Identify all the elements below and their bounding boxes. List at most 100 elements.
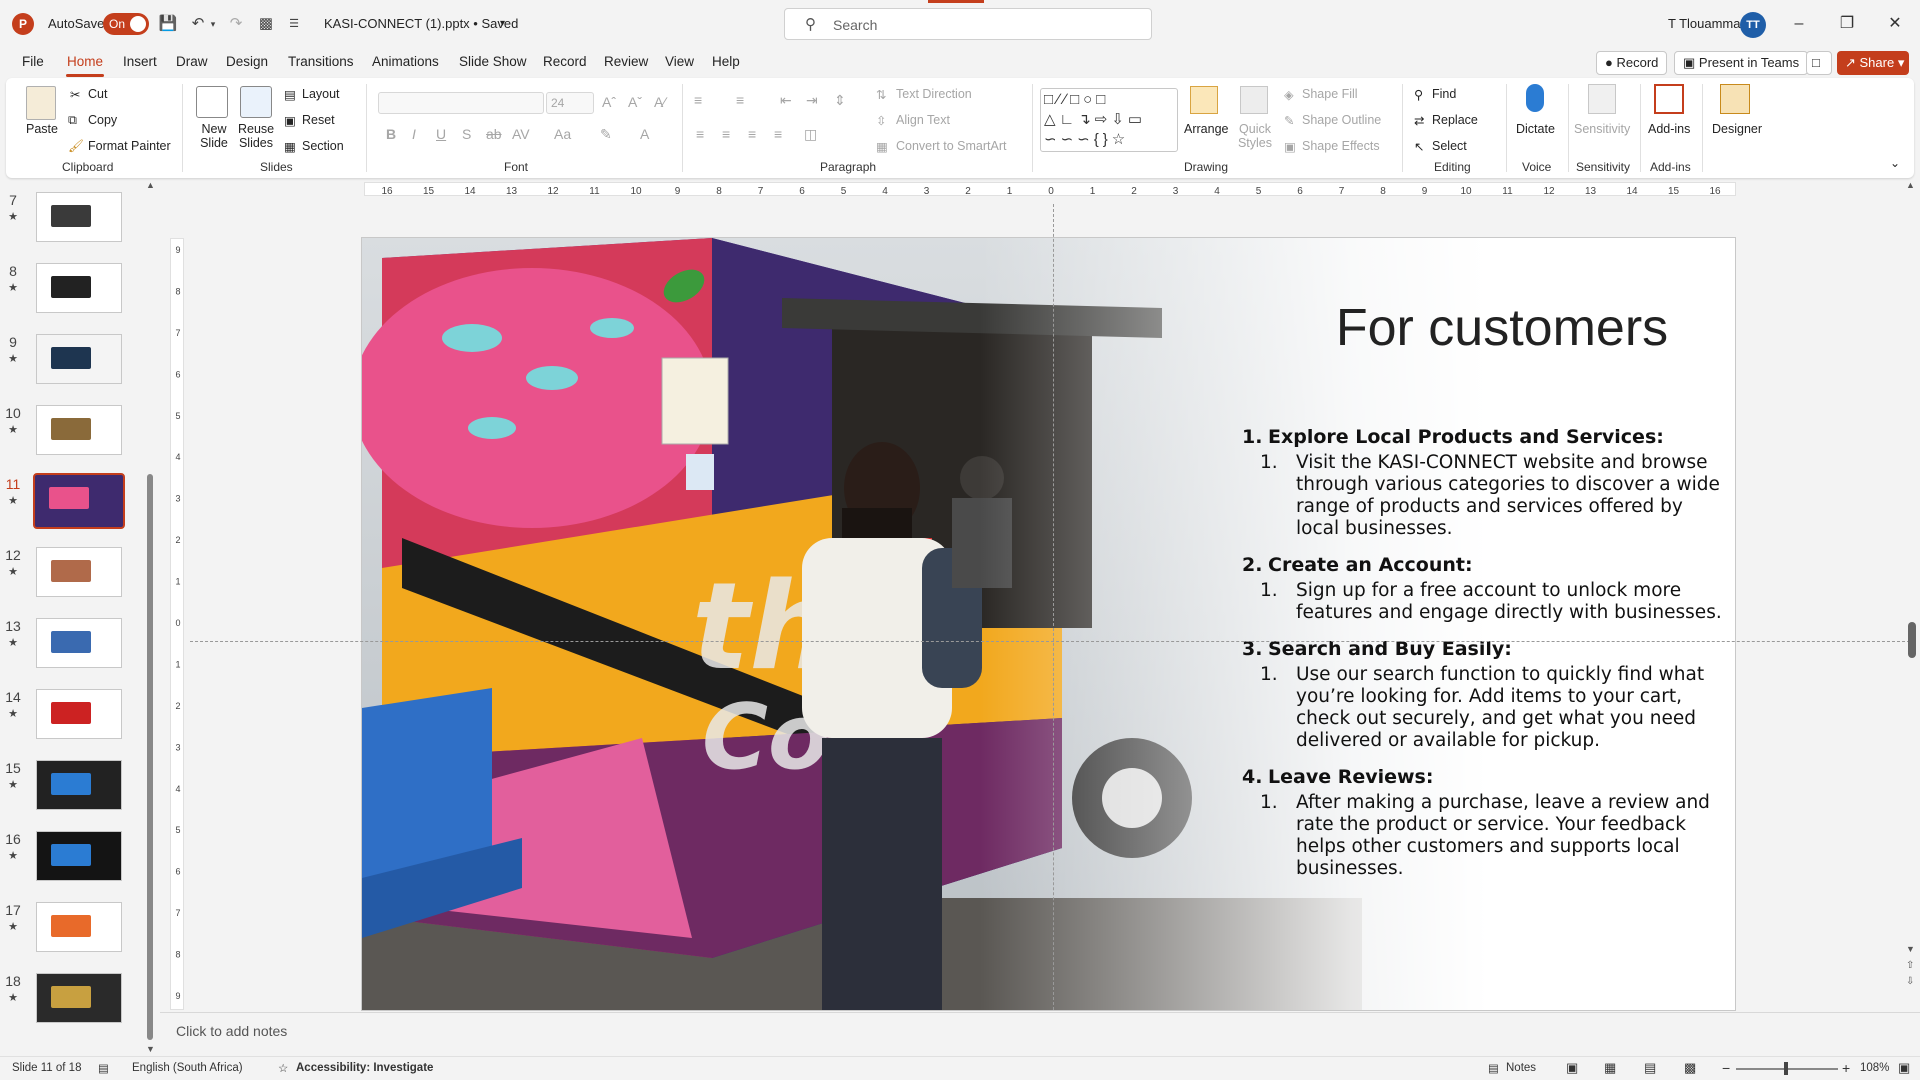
reading-view-icon[interactable]: ▤ — [1644, 1060, 1656, 1076]
tab-view[interactable]: View — [665, 54, 694, 69]
paste-button[interactable]: Paste — [26, 122, 58, 136]
slide-show-icon[interactable]: ▩ — [1684, 1060, 1696, 1076]
tab-slide-show[interactable]: Slide Show — [459, 54, 527, 69]
tab-review[interactable]: Review — [604, 54, 648, 69]
layout-button[interactable]: Layout — [302, 87, 340, 101]
cut-button[interactable]: Cut — [88, 87, 107, 101]
comments-icon[interactable]: □ — [1806, 51, 1832, 75]
format-painter-button[interactable]: Format Painter — [88, 139, 171, 153]
normal-view-icon[interactable]: ▣ — [1566, 1060, 1578, 1076]
language-status[interactable]: English (South Africa) — [132, 1062, 243, 1074]
select-button[interactable]: Select — [1432, 139, 1467, 153]
fit-to-window-icon[interactable]: ▣ — [1898, 1060, 1910, 1076]
designer-icon[interactable] — [1720, 84, 1750, 114]
thumbnail-scroll-thumb[interactable] — [147, 474, 153, 1040]
zoom-level[interactable]: 108% — [1860, 1062, 1889, 1074]
zoom-slider-handle[interactable] — [1784, 1062, 1788, 1075]
tab-file[interactable]: File — [22, 54, 44, 69]
arrange-icon[interactable] — [1190, 86, 1218, 114]
document-title[interactable]: KASI-CONNECT (1).pptx • Saved — [324, 16, 518, 31]
layout-icon[interactable]: ▤ — [284, 87, 296, 102]
tab-draw[interactable]: Draw — [176, 54, 208, 69]
vertical-guide[interactable] — [1053, 204, 1054, 1010]
tab-insert[interactable]: Insert — [123, 54, 157, 69]
present-from-start-icon[interactable]: ▩ — [256, 14, 276, 34]
horizontal-guide[interactable] — [190, 641, 1910, 642]
slide-canvas[interactable]: th Co For customers 1.Explore Local Prod… — [362, 238, 1735, 1010]
doc-title-chevron-icon[interactable]: ▾ — [500, 18, 505, 29]
zoom-out-icon[interactable]: − — [1722, 1060, 1730, 1076]
customize-toolbar-icon[interactable]: ☰ — [284, 14, 304, 34]
select-icon[interactable]: ↖ — [1414, 139, 1424, 154]
tab-record[interactable]: Record — [543, 54, 587, 69]
avatar[interactable]: TT — [1740, 12, 1766, 38]
add-ins-icon[interactable] — [1654, 84, 1684, 114]
zoom-in-icon[interactable]: + — [1842, 1060, 1850, 1076]
paste-icon[interactable] — [26, 86, 56, 120]
slide-thumbnail[interactable] — [36, 618, 122, 668]
slide-thumbnail[interactable] — [36, 405, 122, 455]
save-icon[interactable]: 💾 — [158, 14, 178, 34]
dictate-button[interactable]: Dictate — [1516, 122, 1555, 136]
record-button[interactable]: ● Record — [1596, 51, 1668, 75]
close-icon[interactable]: ✕ — [1880, 10, 1910, 38]
reset-button[interactable]: Reset — [302, 113, 335, 127]
slide-thumbnail[interactable] — [36, 263, 122, 313]
slide-thumbnail[interactable] — [36, 831, 122, 881]
scroll-down-icon[interactable]: ▼ — [1906, 944, 1915, 954]
scroll-up-icon[interactable]: ▲ — [1906, 180, 1915, 190]
shapes-gallery[interactable]: □∕∕□○□ △∟↴⇨⇩▭ ∽∽∽{}☆ — [1040, 88, 1178, 152]
replace-icon[interactable]: ⇄ — [1414, 113, 1424, 128]
slide-thumbnail[interactable] — [33, 473, 125, 529]
copy-button[interactable]: Copy — [88, 113, 117, 127]
section-button[interactable]: Section — [302, 139, 344, 153]
slide-sorter-icon[interactable]: ▦ — [1604, 1060, 1616, 1076]
minimize-icon[interactable]: – — [1784, 10, 1814, 38]
undo-icon[interactable]: ↶ — [188, 14, 208, 34]
find-icon[interactable]: ⚲ — [1414, 87, 1423, 102]
tab-design[interactable]: Design — [226, 54, 268, 69]
next-slide-icon[interactable]: ⇩ — [1906, 976, 1914, 987]
accessibility-status[interactable]: Accessibility: Investigate — [296, 1062, 433, 1074]
slide-thumbnail[interactable] — [36, 760, 122, 810]
new-slide-icon[interactable] — [196, 86, 228, 118]
reuse-slides-icon[interactable] — [240, 86, 272, 118]
slide-thumbnail[interactable] — [36, 973, 122, 1023]
slide-body-list[interactable]: 1. Explore Local Products and Services: 1… — [1242, 424, 1722, 880]
copy-icon[interactable]: ⧉ — [68, 113, 77, 128]
microphone-icon[interactable] — [1526, 84, 1544, 112]
autosave-toggle[interactable]: On — [103, 13, 149, 35]
slide-scrollbar[interactable] — [1906, 182, 1918, 1010]
slide-scroll-thumb[interactable] — [1908, 622, 1916, 658]
slide-thumbnail[interactable] — [36, 689, 122, 739]
scroll-up-icon[interactable]: ▲ — [146, 180, 155, 190]
slide-thumbnail[interactable] — [36, 547, 122, 597]
present-in-teams-button[interactable]: ▣ Present in Teams — [1674, 51, 1809, 75]
add-ins-button[interactable]: Add-ins — [1648, 122, 1690, 136]
slide-title[interactable]: For customers — [1182, 298, 1735, 358]
section-icon[interactable]: ▦ — [284, 139, 296, 154]
notes-pane[interactable]: Click to add notes — [160, 1012, 1920, 1048]
collapse-ribbon-icon[interactable]: ⌄ — [1890, 156, 1900, 170]
share-button[interactable]: ↗ Share ▾ — [1837, 51, 1909, 75]
user-name[interactable]: T Tlouamma — [1668, 16, 1741, 31]
accessibility-icon[interactable]: ☆ — [278, 1061, 288, 1075]
tab-animations[interactable]: Animations — [372, 54, 439, 69]
previous-slide-icon[interactable]: ⇧ — [1906, 960, 1914, 971]
replace-button[interactable]: Replace — [1432, 113, 1478, 127]
tab-transitions[interactable]: Transitions — [288, 54, 354, 69]
notes-icon[interactable]: ▤ — [1488, 1061, 1499, 1075]
slide-thumbnail[interactable] — [36, 902, 122, 952]
slide-thumbnail[interactable] — [36, 192, 122, 242]
reuse-slides-button[interactable]: Reuse Slides — [238, 122, 274, 150]
scroll-down-icon[interactable]: ▼ — [146, 1044, 155, 1054]
format-painter-icon[interactable]: 🖌 — [68, 139, 84, 154]
cut-icon[interactable]: ✂ — [70, 87, 80, 102]
search-input[interactable]: ⚲ Search — [784, 8, 1152, 40]
spellcheck-icon[interactable]: ▤ — [98, 1061, 109, 1075]
new-slide-button[interactable]: New Slide — [196, 122, 232, 150]
slide-counter[interactable]: Slide 11 of 18 — [12, 1062, 81, 1074]
designer-button[interactable]: Designer — [1712, 122, 1762, 136]
undo-dropdown-icon[interactable]: ▾ — [208, 14, 218, 34]
arrange-button[interactable]: Arrange — [1184, 122, 1228, 136]
